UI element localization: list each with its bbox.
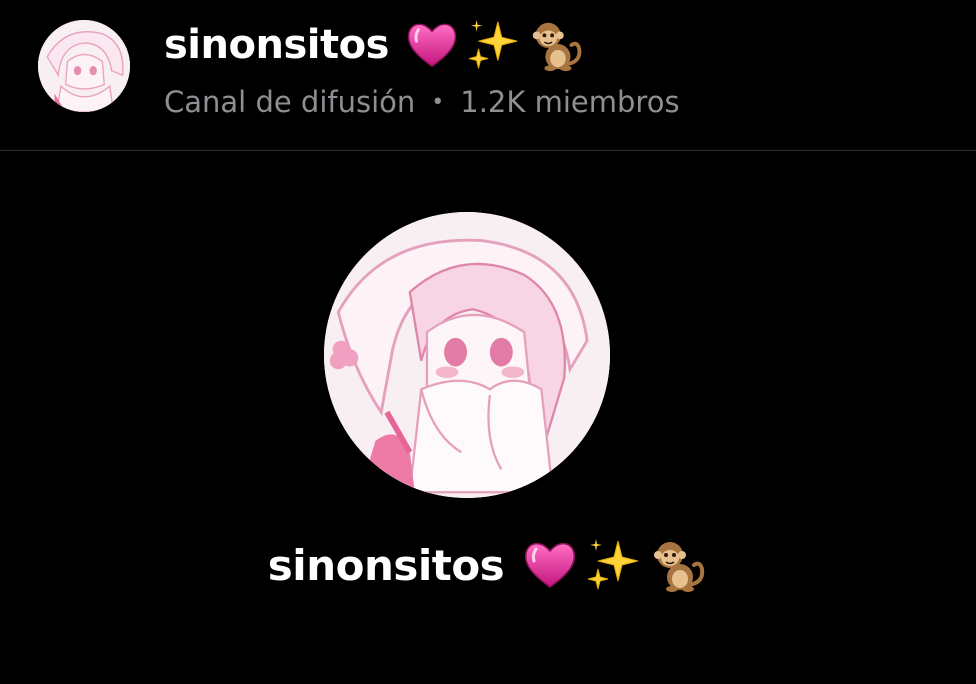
separator-dot: • (431, 89, 445, 115)
sparkles-icon (584, 535, 644, 595)
channel-avatar-small[interactable] (38, 20, 130, 112)
channel-name-large: sinonsitos (267, 540, 505, 590)
channel-name-large-row: sinonsitos (0, 530, 976, 600)
member-count: 1.2K miembros (460, 85, 680, 119)
sparkles-icon (465, 16, 523, 74)
header-divider (0, 150, 976, 151)
channel-title-row[interactable]: sinonsitos (164, 14, 585, 76)
monkey-icon (527, 16, 585, 74)
channel-avatar-large[interactable] (324, 212, 610, 498)
channel-type-label: Canal de difusión (164, 85, 416, 119)
heart-icon (403, 16, 461, 74)
monkey-icon (648, 535, 708, 595)
anime-girl-avatar-icon (324, 212, 610, 498)
heart-icon (520, 535, 580, 595)
channel-subtitle: Canal de difusión • 1.2K miembros (164, 80, 680, 124)
channel-header: sinonsitos Canal de difusión • 1.2K miem… (0, 0, 976, 150)
anime-girl-avatar-icon (38, 20, 130, 112)
channel-name: sinonsitos (164, 22, 389, 68)
